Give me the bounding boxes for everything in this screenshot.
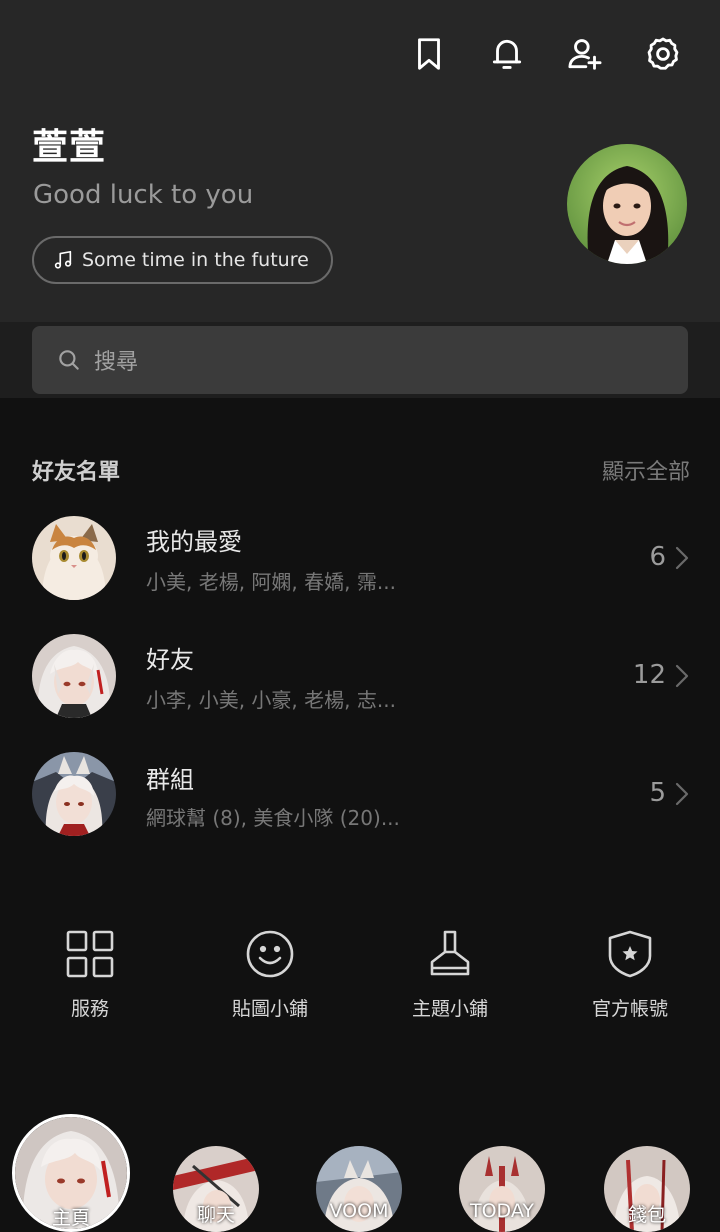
groups-count: 5	[649, 778, 666, 808]
nav-wallet[interactable]: 錢包	[604, 1146, 690, 1232]
sticker-shop-item[interactable]: 貼圖小鋪	[180, 922, 360, 1021]
profile-music-button[interactable]: Some time in the future	[32, 236, 333, 284]
profile-music-label: Some time in the future	[82, 249, 309, 271]
nav-home[interactable]: 主頁	[12, 1114, 130, 1232]
friends-title: 好友	[146, 646, 194, 674]
header-actions	[408, 32, 684, 76]
shield-star-icon	[604, 928, 656, 980]
profile-avatar[interactable]	[567, 144, 687, 264]
search-placeholder: 搜尋	[94, 350, 139, 375]
smiley-icon	[244, 928, 296, 980]
nav-chat[interactable]: 聊天	[173, 1146, 259, 1232]
chevron-right-icon	[675, 546, 689, 570]
bell-icon[interactable]	[486, 32, 528, 76]
list-item-groups[interactable]: 群組 網球幫 (8), 美食小隊 (20)... 5	[0, 738, 720, 848]
favorites-title: 我的最愛	[146, 528, 242, 556]
search-input[interactable]: 搜尋	[32, 326, 688, 394]
nav-today-label: TODAY	[470, 1200, 534, 1222]
grid-icon	[64, 928, 116, 980]
friends-avatar	[32, 634, 116, 718]
brush-icon	[424, 928, 476, 980]
profile-name[interactable]: 萱萱	[32, 118, 106, 170]
list-item-friends[interactable]: 好友 小李, 小美, 小豪, 老楊, 志... 12	[0, 620, 720, 730]
bookmark-icon[interactable]	[408, 32, 450, 76]
chevron-right-icon	[675, 782, 689, 806]
music-note-icon	[54, 250, 72, 269]
favorites-members: 小美, 老楊, 阿嫻, 春嬌, 霈...	[146, 570, 396, 594]
nav-wallet-label: 錢包	[627, 1204, 666, 1226]
sticker-shop-label: 貼圖小鋪	[231, 998, 308, 1020]
groups-avatar	[32, 752, 116, 836]
friends-members: 小李, 小美, 小豪, 老楊, 志...	[146, 688, 396, 712]
gear-icon[interactable]	[642, 32, 684, 76]
favorites-avatar	[32, 516, 116, 600]
theme-shop-label: 主題小鋪	[411, 998, 488, 1020]
nav-voom[interactable]: VOOM	[316, 1146, 402, 1232]
nav-voom-label: VOOM	[329, 1200, 389, 1222]
services-row: 服務 貼圖小鋪 主題小鋪 官方帳號	[0, 922, 720, 1032]
profile-status-message[interactable]: Good luck to you	[33, 180, 253, 210]
friends-count: 12	[632, 660, 666, 690]
nav-chat-label: 聊天	[196, 1204, 235, 1226]
add-friend-icon[interactable]	[564, 32, 606, 76]
nav-today[interactable]: TODAY	[459, 1146, 545, 1232]
search-icon	[59, 350, 79, 370]
chevron-right-icon	[675, 664, 689, 688]
service-item[interactable]: 服務	[0, 922, 180, 1021]
show-all-link[interactable]: 顯示全部	[602, 454, 690, 486]
groups-title: 群組	[146, 766, 194, 794]
theme-shop-item[interactable]: 主題小鋪	[360, 922, 540, 1021]
list-item-favorites[interactable]: 我的最愛 小美, 老楊, 阿嫻, 春嬌, 霈... 6	[0, 502, 720, 612]
friends-section-title: 好友名單	[32, 460, 121, 485]
official-accounts-label: 官方帳號	[591, 998, 668, 1020]
nav-home-label: 主頁	[51, 1207, 90, 1229]
bottom-nav: 主頁 聊天 VOOM TODAY 錢包	[0, 1110, 720, 1232]
service-label: 服務	[70, 998, 109, 1020]
official-accounts-item[interactable]: 官方帳號	[540, 922, 720, 1021]
favorites-count: 6	[649, 542, 666, 572]
groups-members: 網球幫 (8), 美食小隊 (20)...	[146, 806, 400, 830]
